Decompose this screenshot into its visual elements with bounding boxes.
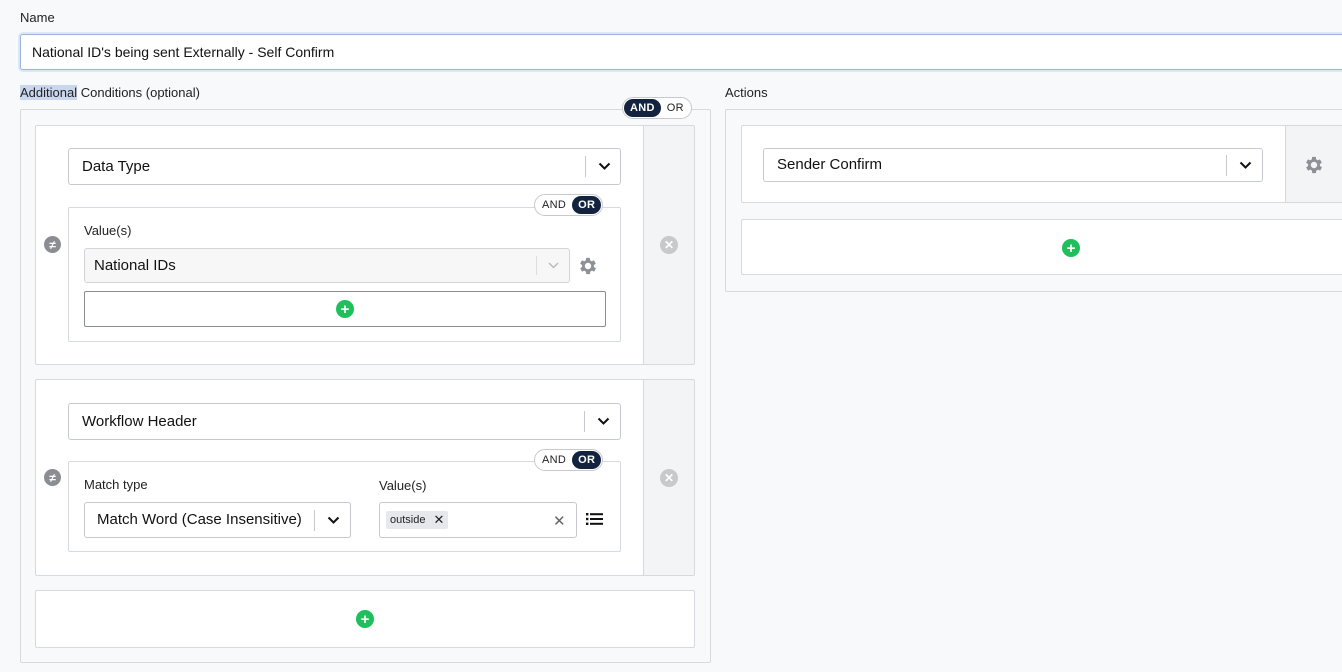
chevron-down-icon[interactable]: [1227, 149, 1263, 181]
conditions-and-or-toggle[interactable]: AND OR: [622, 97, 692, 119]
condition-block-2-side: ✕: [643, 379, 695, 576]
chevron-down-icon[interactable]: [537, 249, 569, 282]
chevron-down-icon[interactable]: [585, 404, 621, 439]
plus-circle-icon[interactable]: +: [336, 300, 354, 318]
name-label: Name: [20, 10, 55, 25]
tag-remove-icon[interactable]: ✕: [433, 511, 444, 529]
match-type-label: Match type: [84, 477, 148, 492]
conditions-label: Additional Conditions (optional): [20, 85, 200, 100]
add-value-box[interactable]: +: [84, 291, 606, 327]
workflow-header-select[interactable]: Workflow Header: [68, 403, 621, 440]
value-tag: outside ✕: [386, 511, 449, 529]
plus-circle-icon[interactable]: +: [356, 610, 374, 628]
action-select-value: Sender Confirm: [777, 156, 883, 173]
add-condition-box[interactable]: +: [35, 590, 695, 648]
name-input[interactable]: [20, 34, 1342, 70]
condition-block-1-side: ✕: [643, 125, 695, 365]
data-type-select[interactable]: Data Type: [68, 148, 621, 185]
chevron-down-icon[interactable]: [586, 149, 622, 184]
toggle-or[interactable]: OR: [572, 196, 602, 214]
not-equal-icon[interactable]: ≠: [44, 236, 61, 253]
close-circle-icon[interactable]: ✕: [660, 469, 678, 487]
plus-circle-icon[interactable]: +: [1062, 239, 1080, 257]
match-type-select[interactable]: Match Word (Case Insensitive): [84, 502, 351, 538]
values-label: Value(s): [84, 223, 132, 238]
list-icon[interactable]: [586, 512, 604, 531]
toggle-and[interactable]: AND: [536, 196, 572, 214]
toggle-or[interactable]: OR: [572, 451, 602, 469]
close-circle-icon[interactable]: ✕: [660, 236, 678, 254]
chevron-down-icon[interactable]: [315, 503, 351, 537]
value-tag-label: outside: [390, 514, 426, 526]
values-label: Value(s): [379, 478, 427, 493]
toggle-and[interactable]: AND: [624, 99, 661, 117]
action-select[interactable]: Sender Confirm: [763, 148, 1263, 182]
conditions-label-highlight: Additional: [20, 85, 78, 100]
value-group-1-and-or-toggle[interactable]: AND OR: [534, 194, 604, 216]
national-ids-select[interactable]: National IDs: [84, 248, 570, 283]
gear-icon[interactable]: [1303, 154, 1325, 181]
value-group-2-and-or-toggle[interactable]: AND OR: [534, 449, 604, 471]
toggle-or[interactable]: OR: [661, 99, 690, 117]
clear-icon[interactable]: ✕: [553, 512, 566, 530]
data-type-select-value: Data Type: [82, 158, 151, 175]
add-action-box[interactable]: +: [741, 219, 1342, 275]
gear-icon[interactable]: [577, 255, 599, 282]
match-type-select-value: Match Word (Case Insensitive): [97, 511, 302, 528]
toggle-and[interactable]: AND: [536, 451, 572, 469]
actions-label: Actions: [725, 85, 768, 100]
conditions-label-rest: Conditions (optional): [77, 85, 200, 100]
national-ids-select-value: National IDs: [94, 257, 176, 274]
values-multi-input[interactable]: outside ✕ ✕: [379, 502, 577, 538]
not-equal-icon[interactable]: ≠: [44, 469, 61, 486]
workflow-header-select-value: Workflow Header: [82, 413, 197, 430]
action-block-side: [1285, 125, 1342, 203]
